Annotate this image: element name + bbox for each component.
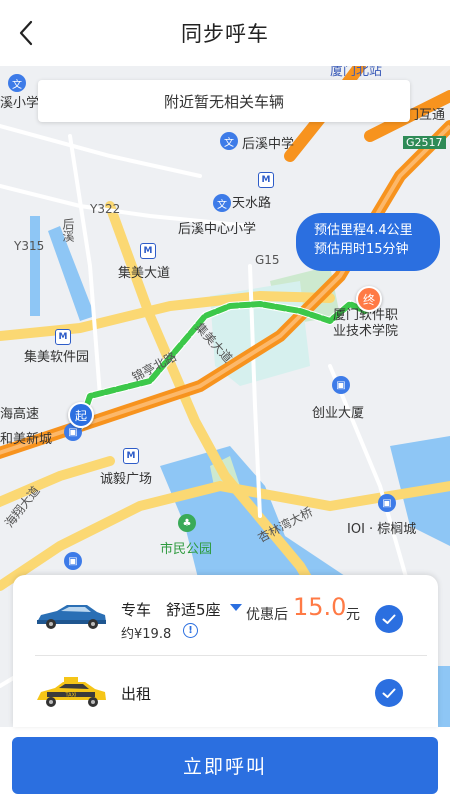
road-label: Y315 [14, 239, 45, 253]
school-icon: 文 [220, 132, 238, 150]
page-title: 同步呼车 [181, 22, 269, 46]
map-label: 和美新城 [0, 432, 53, 447]
map-label: 后溪中学 [242, 137, 295, 152]
nearby-notice-text: 附近暂无相关车辆 [163, 92, 284, 111]
map-label: 厦门北站 [330, 66, 383, 79]
start-marker: 起 [68, 402, 94, 428]
end-marker: 终 [356, 286, 382, 312]
map-label: 溪小学 [0, 96, 40, 111]
taxi-icon: TAXI [37, 677, 106, 707]
road-label: Y322 [90, 202, 121, 216]
ride-options-card: 专车 舒适5座 优惠后 15.0 元 约¥19.8 ! TAXI 出租 [13, 575, 438, 727]
check-icon [382, 688, 396, 698]
call-now-button[interactable]: 立即呼叫 [12, 737, 438, 794]
back-button[interactable] [8, 14, 44, 52]
school-icon: 文 [8, 74, 26, 92]
estimate-bubble: 预估里程4.4公里 预估用时15分钟 [296, 213, 440, 271]
map-label: 市民公园 [160, 542, 213, 557]
building-icon: ▣ [378, 494, 396, 512]
map-label: 后溪中心小学 [178, 222, 257, 237]
price-unit: 元 [346, 607, 360, 623]
estimate-time: 预估用时15分钟 [314, 242, 409, 257]
road-label: 后溪 [61, 218, 75, 242]
seat-dropdown-icon[interactable] [230, 604, 242, 611]
school-icon: 文 [213, 194, 231, 212]
road-label: G15 [255, 253, 280, 267]
metro-icon: M [258, 172, 274, 188]
map-label: 天水路 [232, 196, 272, 211]
map-label: IOI · 棕榈城 [347, 522, 417, 537]
map-label: 海高速 [0, 407, 40, 422]
nearby-notice: 附近暂无相关车辆 [38, 80, 410, 122]
option-premium-seat: 舒适5座 [166, 601, 221, 619]
map-label: 集美软件园 [24, 350, 90, 365]
option-taxi-checkbox[interactable] [375, 679, 403, 707]
metro-icon: M [55, 329, 71, 345]
price-value: 15.0 [293, 593, 347, 621]
metro-icon: M [140, 243, 156, 259]
price-prefix: 优惠后 [246, 607, 288, 623]
taxi-label: TAXI [65, 693, 77, 699]
chevron-left-icon [19, 20, 33, 46]
option-premium-checkbox[interactable] [375, 605, 403, 633]
metro-icon: M [123, 448, 139, 464]
map-label: 门互通 [406, 108, 446, 123]
building-icon: ▣ [64, 552, 82, 570]
check-icon [382, 614, 396, 624]
option-premium-car[interactable]: 专车 舒适5座 优惠后 15.0 元 约¥19.8 ! [13, 575, 438, 655]
map-label: 集美大道 [118, 266, 171, 281]
option-taxi-name: 出租 [121, 685, 152, 703]
app-header: 同步呼车 [0, 0, 450, 66]
option-premium-name: 专车 [121, 601, 152, 619]
building-icon: ▣ [332, 376, 350, 394]
map-label: 创业大厦 [312, 406, 365, 421]
car-icon [37, 605, 106, 629]
info-icon[interactable]: ! [183, 623, 198, 638]
original-price: 约¥19.8 [121, 627, 172, 642]
option-taxi[interactable]: TAXI 出租 [13, 656, 438, 727]
map-label: 诚毅广场 [100, 472, 153, 487]
park-icon: ♣ [178, 514, 196, 532]
map-label: 业技术学院 [333, 324, 399, 339]
road-label: G2517 [403, 136, 446, 149]
estimate-distance: 预估里程4.4公里 [314, 223, 413, 238]
